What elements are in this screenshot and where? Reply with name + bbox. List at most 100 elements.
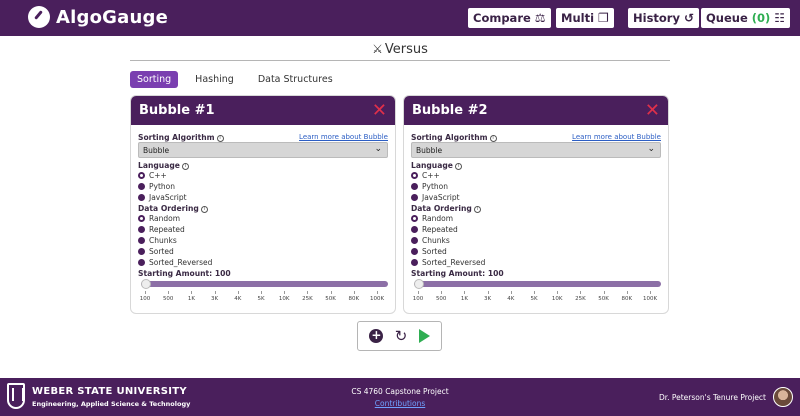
history-button[interactable]: History ↺ <box>628 8 700 28</box>
radio-label: Sorted <box>149 247 174 256</box>
ordering-radio-sorted-reversed[interactable]: Sorted_Reversed <box>138 258 212 267</box>
queue-label: Queue <box>706 11 748 25</box>
sorting-algorithm-text: Sorting Algorithm <box>138 133 215 142</box>
radio-unselected <box>411 237 418 244</box>
language-radio-javascript[interactable]: JavaScript <box>138 193 187 202</box>
tab-hashing[interactable]: Hashing <box>188 71 241 88</box>
queue-count: (0) <box>751 11 771 25</box>
chevron-down-icon: ⌄ <box>374 144 382 154</box>
language-radio-javascript[interactable]: JavaScript <box>411 193 460 202</box>
radio-unselected <box>138 226 145 233</box>
slider-tick-label: 1K <box>187 296 195 302</box>
language-radio-python[interactable]: Python <box>138 182 175 191</box>
radio-label: Random <box>422 214 454 223</box>
algorithm-card-1: Bubble #1 ✕ Sorting Algorithm i Learn mor… <box>130 95 396 314</box>
history-icon: ↺ <box>683 11 695 25</box>
play-icon[interactable] <box>418 329 430 343</box>
radio-unselected <box>138 237 145 244</box>
slider-tick-label: 100K <box>369 296 385 302</box>
copy-icon: ❐ <box>598 11 609 25</box>
ordering-radio-repeated[interactable]: Repeated <box>138 225 185 234</box>
run-controls: + ↻ <box>357 321 442 351</box>
slider-tick-label: 1K <box>460 296 468 302</box>
radio-label: Sorted_Reversed <box>422 258 486 267</box>
slider-tick-label: 5K <box>257 296 265 302</box>
compare-button[interactable]: Compare ⚖ <box>468 8 551 28</box>
brand-logo[interactable]: AlgoGauge <box>28 6 168 28</box>
swords-icon: ⚔ <box>372 42 383 56</box>
slider-tick-label: 25K <box>302 296 313 302</box>
radio-label: Python <box>149 182 175 191</box>
contributions-label: Contributions <box>374 399 426 408</box>
ordering-radio-chunks[interactable]: Chunks <box>138 236 177 245</box>
multi-button[interactable]: Multi ❐ <box>556 8 614 28</box>
ordering-radio-sorted[interactable]: Sorted <box>411 247 447 256</box>
amount-slider-track[interactable] <box>414 281 661 287</box>
history-label: History <box>633 11 680 25</box>
ordering-radio-random[interactable]: Random <box>138 214 180 223</box>
amount-slider-track[interactable] <box>141 281 388 287</box>
ordering-radio-sorted[interactable]: Sorted <box>138 247 174 256</box>
radio-unselected <box>138 183 145 190</box>
algorithm-select[interactable]: Bubble ⌄ <box>411 142 661 158</box>
amount-slider-handle[interactable] <box>141 279 151 289</box>
slider-tick <box>580 291 582 294</box>
slider-tick <box>510 291 512 294</box>
info-icon[interactable]: i <box>200 205 208 213</box>
radio-unselected <box>411 248 418 255</box>
slider-tick-label: 500 <box>162 296 174 302</box>
data-ordering-text: Data Ordering <box>138 204 199 213</box>
tab-sorting[interactable]: Sorting <box>130 71 179 88</box>
ordering-radio-repeated[interactable]: Repeated <box>411 225 458 234</box>
queue-button[interactable]: Queue (0) ☷ <box>701 8 791 28</box>
ordering-radio-chunks[interactable]: Chunks <box>411 236 450 245</box>
slider-tick <box>534 291 535 294</box>
slider-tick-label: 80K <box>348 296 360 302</box>
close-icon[interactable]: ✕ <box>645 101 660 120</box>
reset-icon[interactable]: ↻ <box>395 327 408 345</box>
add-algorithm-button[interactable]: + <box>369 329 384 343</box>
slider-tick <box>487 291 489 294</box>
language-text: Language <box>411 161 453 170</box>
slider-tick <box>603 291 605 294</box>
ordering-radio-random[interactable]: Random <box>411 214 453 223</box>
radio-selected <box>138 172 145 179</box>
amount-slider-handle[interactable] <box>414 279 424 289</box>
slider-tick <box>307 291 309 294</box>
multi-label: Multi <box>561 11 595 25</box>
info-icon[interactable]: i <box>489 134 497 142</box>
language-radio-python[interactable]: Python <box>411 182 448 191</box>
radio-label: C++ <box>149 171 167 180</box>
radio-label: Chunks <box>422 236 450 245</box>
info-icon[interactable]: i <box>181 162 189 170</box>
slider-tick-label: 4K <box>234 296 242 302</box>
ordering-radio-sorted-reversed[interactable]: Sorted_Reversed <box>411 258 485 267</box>
info-icon[interactable]: i <box>454 162 462 170</box>
radio-label: Repeated <box>422 225 458 234</box>
queue-icon: ☷ <box>774 11 786 25</box>
close-icon[interactable]: ✕ <box>372 101 387 120</box>
language-label: Language i <box>138 161 189 170</box>
avatar <box>773 387 793 407</box>
radio-label: Chunks <box>149 236 177 245</box>
language-radio-cpp[interactable]: C++ <box>411 171 440 180</box>
language-radio-cpp[interactable]: C++ <box>138 171 167 180</box>
slider-tick-label: 5K <box>530 296 538 302</box>
slider-tick-label: 80K <box>621 296 633 302</box>
slider-tick <box>145 291 146 294</box>
info-icon[interactable]: i <box>216 134 224 142</box>
slider-tick <box>191 291 193 294</box>
algorithm-select[interactable]: Bubble ⌄ <box>138 142 388 158</box>
versus-label: Versus <box>384 42 428 57</box>
radio-selected <box>138 215 145 222</box>
radio-label: Random <box>149 214 181 223</box>
card-title: Bubble #2 <box>412 103 488 118</box>
learn-more-link[interactable]: Learn more about Bubble <box>572 133 661 141</box>
radio-label: C++ <box>422 171 440 180</box>
slider-tick <box>330 291 332 294</box>
tab-data-structures[interactable]: Data Structures <box>251 71 340 88</box>
learn-more-link[interactable]: Learn more about Bubble <box>299 133 388 141</box>
radio-label: Python <box>422 182 448 191</box>
radio-unselected <box>411 259 418 266</box>
info-icon[interactable]: i <box>473 205 481 213</box>
